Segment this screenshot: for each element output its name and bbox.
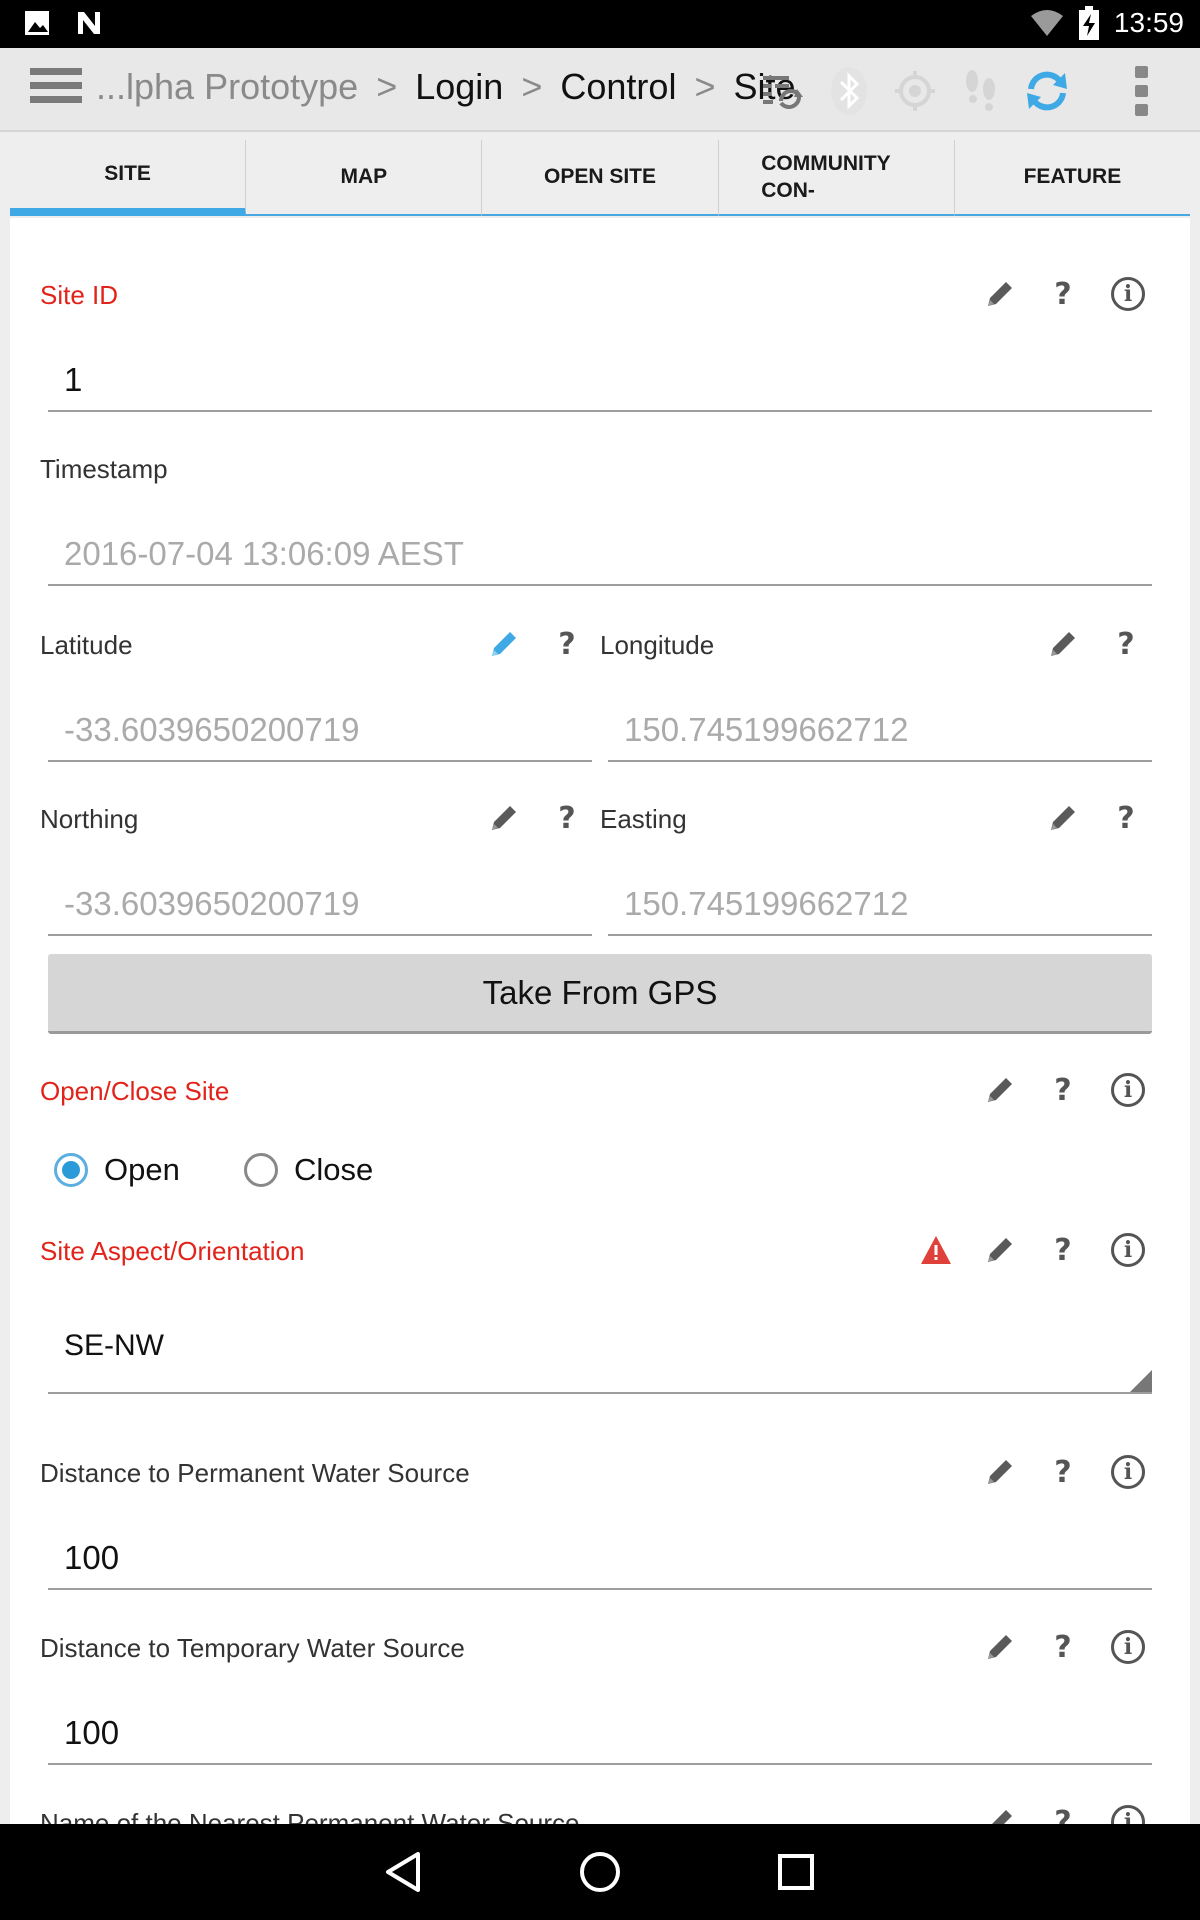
easting-input[interactable]: 150.745199662712 <box>608 872 1152 936</box>
hamburger-menu-icon[interactable] <box>30 68 82 112</box>
temp-water-input[interactable]: 100 <box>48 1701 1152 1765</box>
wifi-icon <box>1030 10 1063 36</box>
longitude-label: Longitude <box>600 630 715 660</box>
breadcrumb-control[interactable]: Control <box>560 66 676 107</box>
warning-icon[interactable] <box>916 1230 956 1270</box>
breadcrumb-login[interactable]: Login <box>415 66 503 107</box>
status-bar: 13:59 <box>0 0 1200 48</box>
take-from-gps-button[interactable]: Take From GPS <box>48 954 1152 1034</box>
tab-community-con[interactable]: COMMUNITY CON- <box>718 140 955 216</box>
radio-open-label: Open <box>104 1152 180 1187</box>
northing-label: Northing <box>40 804 139 834</box>
back-icon[interactable] <box>380 1848 428 1896</box>
dropdown-corner-icon <box>1130 1370 1152 1392</box>
pencil-icon[interactable] <box>980 1230 1020 1270</box>
n-logo-icon <box>78 12 100 34</box>
pencil-icon[interactable] <box>980 1070 1020 1110</box>
perm-water-label: Distance to Permanent Water Source <box>40 1458 470 1488</box>
navigation-bar <box>0 1824 1200 1920</box>
radio-open-indicator[interactable] <box>54 1153 88 1187</box>
help-icon[interactable]: ? <box>1043 1802 1083 1825</box>
pencil-icon-active[interactable] <box>484 624 524 664</box>
bluetooth-icon[interactable] <box>824 66 874 116</box>
pencil-icon[interactable] <box>484 798 524 838</box>
longitude-input[interactable]: 150.745199662712 <box>608 698 1152 762</box>
open-close-site-label: Open/Close Site <box>40 1076 230 1106</box>
help-icon[interactable]: ? <box>1043 1452 1083 1492</box>
help-icon[interactable]: ? <box>1106 798 1146 838</box>
help-icon[interactable]: ? <box>1043 1627 1083 1667</box>
home-icon[interactable] <box>576 1848 624 1896</box>
help-icon[interactable]: ? <box>1043 274 1083 314</box>
site-aspect-select[interactable]: SE-NW <box>48 1298 1152 1394</box>
pencil-icon[interactable] <box>980 1452 1020 1492</box>
tab-bar: SITE MAP OPEN SITE COMMUNITY CON- FEATUR… <box>10 140 1191 216</box>
perm-water-input[interactable]: 100 <box>48 1526 1152 1590</box>
image-notification-icon <box>25 11 49 35</box>
northing-input[interactable]: -33.6039650200719 <box>48 872 592 936</box>
info-icon[interactable]: i <box>1108 1802 1148 1824</box>
site-id-label: Site ID <box>40 280 119 310</box>
app-bar: ...lpha Prototype > Login > Control > Si… <box>0 48 1200 132</box>
help-icon[interactable]: ? <box>547 624 587 664</box>
radio-close-label: Close <box>294 1152 374 1187</box>
sync-list-icon[interactable] <box>758 66 808 116</box>
site-form: Site ID ? i 1 Timestamp 2016-07-04 13:06… <box>10 218 1190 1824</box>
pencil-icon[interactable] <box>980 1802 1020 1824</box>
latitude-input[interactable]: -33.6039650200719 <box>48 698 592 762</box>
info-icon[interactable]: i <box>1108 1230 1148 1270</box>
info-icon[interactable]: i <box>1108 274 1148 314</box>
pencil-icon[interactable] <box>1043 798 1083 838</box>
tab-open-site[interactable]: OPEN SITE <box>482 140 719 216</box>
info-icon[interactable]: i <box>1108 1070 1148 1110</box>
tab-map[interactable]: MAP <box>246 140 483 216</box>
info-icon[interactable]: i <box>1108 1627 1148 1667</box>
help-icon[interactable]: ? <box>547 798 587 838</box>
timestamp-input[interactable]: 2016-07-04 13:06:09 AEST <box>48 522 1152 586</box>
site-aspect-value: SE-NW <box>64 1329 164 1362</box>
breadcrumb-root[interactable]: ...lpha Prototype <box>96 66 358 107</box>
status-time: 13:59 <box>1113 7 1184 38</box>
footsteps-icon[interactable] <box>956 66 1006 116</box>
recents-icon[interactable] <box>772 1848 820 1896</box>
temp-water-label: Distance to Temporary Water Source <box>40 1633 465 1663</box>
site-id-input[interactable]: 1 <box>48 348 1152 412</box>
radio-close-indicator[interactable] <box>244 1153 278 1187</box>
tab-site[interactable]: SITE <box>10 140 247 216</box>
overflow-menu-icon[interactable] <box>1132 66 1150 116</box>
refresh-icon[interactable] <box>1022 66 1072 116</box>
pencil-icon[interactable] <box>1043 624 1083 664</box>
pencil-icon[interactable] <box>980 274 1020 314</box>
timestamp-label: Timestamp <box>40 454 168 484</box>
radio-open[interactable]: Open <box>54 1152 180 1188</box>
gps-target-icon[interactable] <box>890 66 940 116</box>
easting-label: Easting <box>600 804 687 834</box>
latitude-label: Latitude <box>40 630 133 660</box>
nearest-perm-water-label: Name of the Nearest Permanent Water Sour… <box>40 1808 580 1824</box>
info-icon[interactable]: i <box>1108 1452 1148 1492</box>
breadcrumb: ...lpha Prototype > Login > Control > Si… <box>96 66 796 107</box>
battery-charging-icon <box>1078 6 1099 40</box>
tab-feature[interactable]: FEATURE <box>954 140 1191 216</box>
site-aspect-label: Site Aspect/Orientation <box>40 1236 305 1266</box>
help-icon[interactable]: ? <box>1106 624 1146 664</box>
help-icon[interactable]: ? <box>1043 1230 1083 1270</box>
help-icon[interactable]: ? <box>1043 1070 1083 1110</box>
pencil-icon[interactable] <box>980 1627 1020 1667</box>
radio-close[interactable]: Close <box>244 1152 373 1188</box>
tab-community-con-label: COMMUNITY CON- <box>761 152 891 202</box>
